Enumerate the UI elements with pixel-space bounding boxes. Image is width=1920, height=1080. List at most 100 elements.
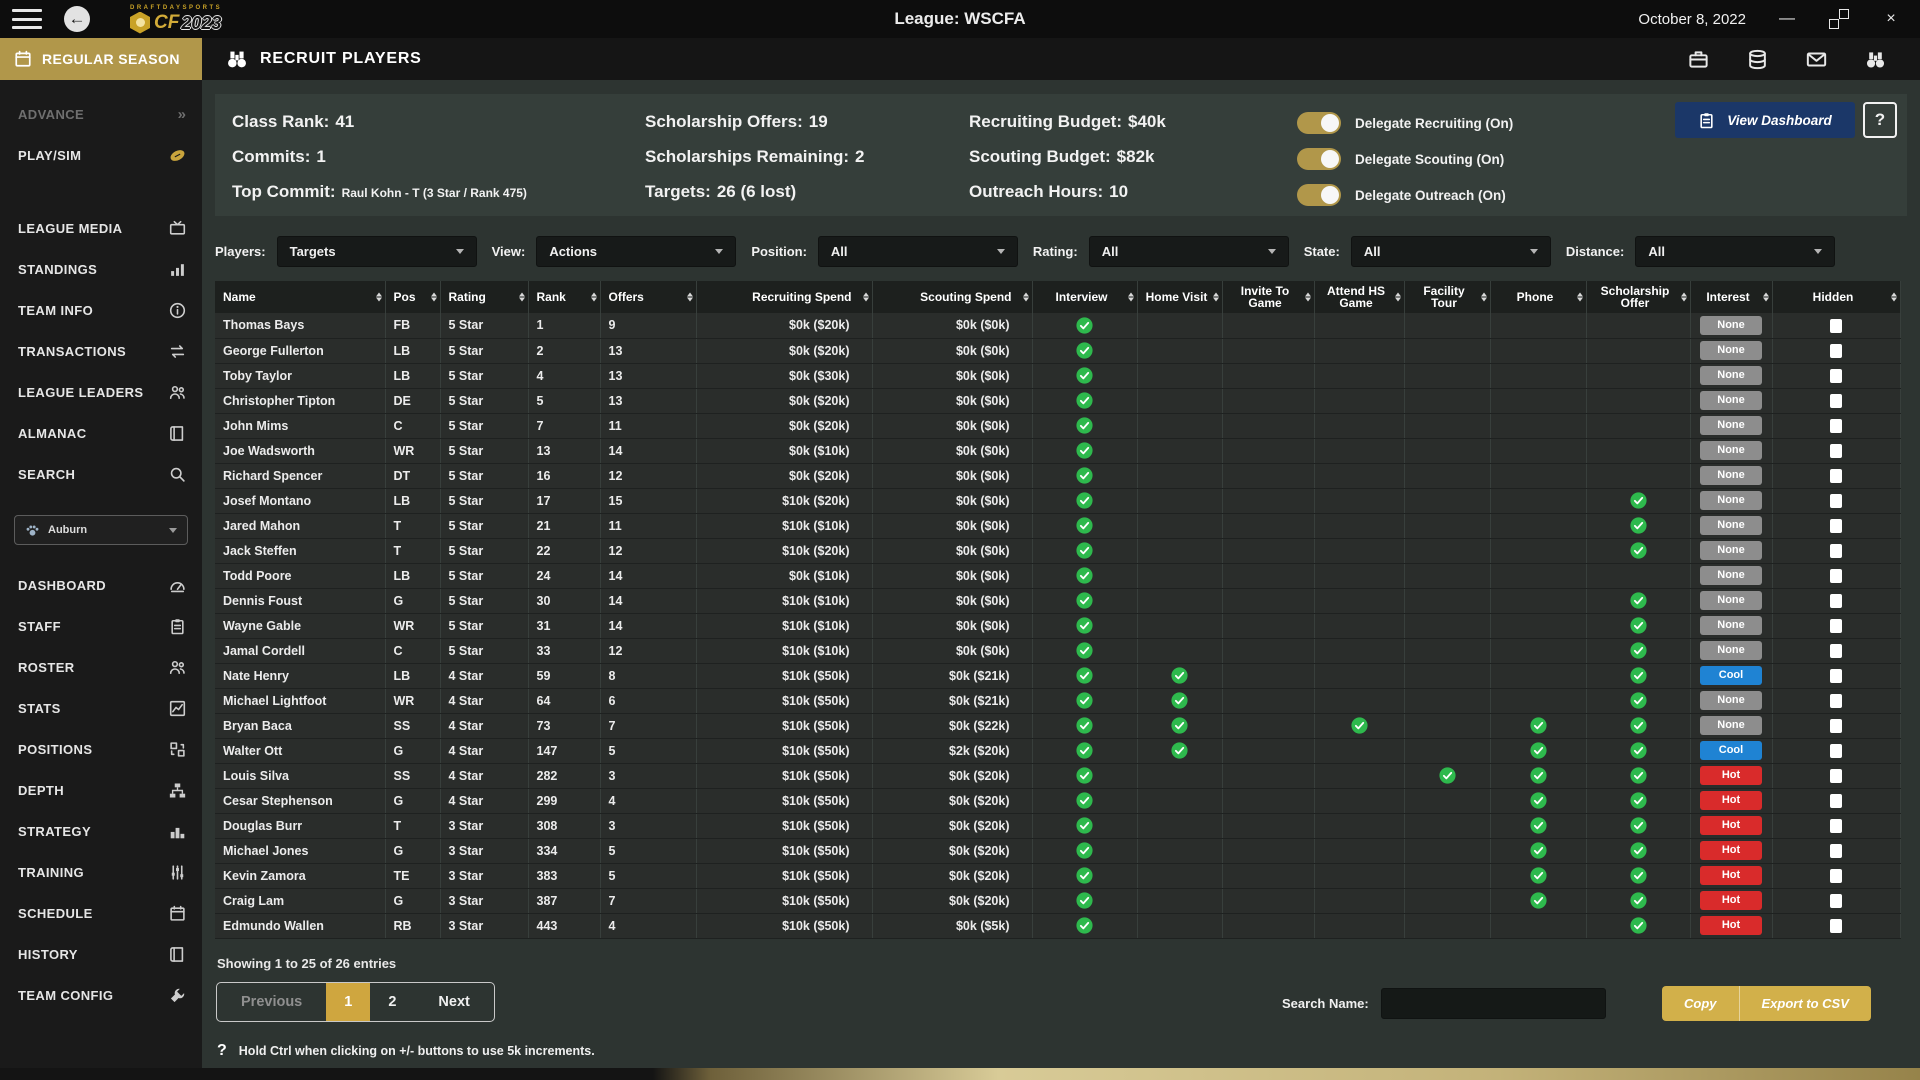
interview-cell[interactable] xyxy=(1032,613,1137,638)
facility-tour-cell[interactable] xyxy=(1404,588,1490,613)
attend-hs-game-cell[interactable] xyxy=(1314,513,1404,538)
invite-to-game-cell[interactable] xyxy=(1222,563,1314,588)
phone-cell[interactable] xyxy=(1490,438,1586,463)
table-row[interactable]: Walter OttG4 Star1475$10k ($50k)$2k ($20… xyxy=(215,738,1900,763)
scholarship-offer-cell[interactable] xyxy=(1586,788,1690,813)
facility-tour-cell[interactable] xyxy=(1404,838,1490,863)
invite-to-game-cell[interactable] xyxy=(1222,613,1314,638)
phone-cell[interactable] xyxy=(1490,663,1586,688)
interest-badge[interactable]: Hot xyxy=(1700,891,1762,910)
home-visit-cell[interactable] xyxy=(1137,538,1222,563)
interview-cell[interactable] xyxy=(1032,388,1137,413)
attend-hs-game-cell[interactable] xyxy=(1314,863,1404,888)
sidebar-item-search[interactable]: SEARCH xyxy=(0,454,202,495)
hidden-checkbox[interactable] xyxy=(1830,669,1842,683)
interest-badge[interactable]: Hot xyxy=(1700,816,1762,835)
facility-tour-cell[interactable] xyxy=(1404,713,1490,738)
table-row[interactable]: Michael JonesG3 Star3345$10k ($50k)$0k (… xyxy=(215,838,1900,863)
interview-cell[interactable] xyxy=(1032,863,1137,888)
interest-badge[interactable]: None xyxy=(1700,316,1762,335)
interest-badge[interactable]: Cool xyxy=(1700,666,1762,685)
phone-cell[interactable] xyxy=(1490,738,1586,763)
scholarship-offer-cell[interactable] xyxy=(1586,863,1690,888)
column-header-facility-tour[interactable]: Facility Tour xyxy=(1404,281,1490,313)
hidden-checkbox[interactable] xyxy=(1830,494,1842,508)
interview-cell[interactable] xyxy=(1032,313,1137,338)
attend-hs-game-cell[interactable] xyxy=(1314,838,1404,863)
home-visit-cell[interactable] xyxy=(1137,713,1222,738)
sidebar-item-roster[interactable]: ROSTER xyxy=(0,647,202,688)
sidebar-item-staff[interactable]: STAFF xyxy=(0,606,202,647)
attend-hs-game-cell[interactable] xyxy=(1314,538,1404,563)
home-visit-cell[interactable] xyxy=(1137,463,1222,488)
hidden-checkbox[interactable] xyxy=(1830,544,1842,558)
scholarship-offer-cell[interactable] xyxy=(1586,363,1690,388)
sidebar-item-play-sim[interactable]: PLAY/SIM xyxy=(0,135,202,176)
hidden-checkbox[interactable] xyxy=(1830,919,1842,933)
interest-badge[interactable]: None xyxy=(1700,341,1762,360)
interview-cell[interactable] xyxy=(1032,338,1137,363)
column-header-rank[interactable]: Rank xyxy=(528,281,600,313)
table-row[interactable]: Edmundo WallenRB3 Star4434$10k ($50k)$0k… xyxy=(215,913,1900,938)
database-icon[interactable] xyxy=(1747,49,1768,70)
facility-tour-cell[interactable] xyxy=(1404,738,1490,763)
interview-cell[interactable] xyxy=(1032,363,1137,388)
interview-cell[interactable] xyxy=(1032,513,1137,538)
team-selector[interactable]: Auburn xyxy=(14,515,188,545)
attend-hs-game-cell[interactable] xyxy=(1314,638,1404,663)
interview-cell[interactable] xyxy=(1032,438,1137,463)
hidden-checkbox[interactable] xyxy=(1830,344,1842,358)
briefcase-icon[interactable] xyxy=(1688,49,1709,70)
table-row[interactable]: Todd PooreLB5 Star2414$0k ($10k)$0k ($0k… xyxy=(215,563,1900,588)
interest-badge[interactable]: None xyxy=(1700,466,1762,485)
column-header-home-visit[interactable]: Home Visit xyxy=(1137,281,1222,313)
table-row[interactable]: Thomas BaysFB5 Star19$0k ($20k)$0k ($0k)… xyxy=(215,313,1900,338)
interview-cell[interactable] xyxy=(1032,538,1137,563)
sidebar-item-strategy[interactable]: STRATEGY xyxy=(0,811,202,852)
menu-icon[interactable] xyxy=(12,9,42,29)
hidden-checkbox[interactable] xyxy=(1830,769,1842,783)
facility-tour-cell[interactable] xyxy=(1404,788,1490,813)
home-visit-cell[interactable] xyxy=(1137,438,1222,463)
facility-tour-cell[interactable] xyxy=(1404,538,1490,563)
facility-tour-cell[interactable] xyxy=(1404,338,1490,363)
hidden-checkbox[interactable] xyxy=(1830,569,1842,583)
facility-tour-cell[interactable] xyxy=(1404,513,1490,538)
facility-tour-cell[interactable] xyxy=(1404,388,1490,413)
attend-hs-game-cell[interactable] xyxy=(1314,463,1404,488)
interview-cell[interactable] xyxy=(1032,463,1137,488)
hidden-checkbox[interactable] xyxy=(1830,694,1842,708)
scholarship-offer-cell[interactable] xyxy=(1586,338,1690,363)
invite-to-game-cell[interactable] xyxy=(1222,838,1314,863)
scholarship-offer-cell[interactable] xyxy=(1586,688,1690,713)
home-visit-cell[interactable] xyxy=(1137,813,1222,838)
scholarship-offer-cell[interactable] xyxy=(1586,663,1690,688)
hidden-checkbox[interactable] xyxy=(1830,744,1842,758)
sidebar-item-standings[interactable]: STANDINGS xyxy=(0,249,202,290)
delegate-toggle-delegate-outreach-on[interactable] xyxy=(1297,184,1341,206)
home-visit-cell[interactable] xyxy=(1137,313,1222,338)
home-visit-cell[interactable] xyxy=(1137,838,1222,863)
interest-badge[interactable]: Hot xyxy=(1700,866,1762,885)
interview-cell[interactable] xyxy=(1032,788,1137,813)
scholarship-offer-cell[interactable] xyxy=(1586,888,1690,913)
mail-icon[interactable] xyxy=(1806,49,1827,70)
invite-to-game-cell[interactable] xyxy=(1222,513,1314,538)
hidden-checkbox[interactable] xyxy=(1830,419,1842,433)
phone-cell[interactable] xyxy=(1490,763,1586,788)
interest-badge[interactable]: Hot xyxy=(1700,916,1762,935)
interview-cell[interactable] xyxy=(1032,563,1137,588)
phone-cell[interactable] xyxy=(1490,363,1586,388)
column-header-scouting-spend[interactable]: Scouting Spend xyxy=(872,281,1032,313)
scholarship-offer-cell[interactable] xyxy=(1586,413,1690,438)
table-row[interactable]: Christopher TiptonDE5 Star513$0k ($20k)$… xyxy=(215,388,1900,413)
scholarship-offer-cell[interactable] xyxy=(1586,638,1690,663)
facility-tour-cell[interactable] xyxy=(1404,813,1490,838)
hidden-checkbox[interactable] xyxy=(1830,619,1842,633)
invite-to-game-cell[interactable] xyxy=(1222,763,1314,788)
interview-cell[interactable] xyxy=(1032,738,1137,763)
facility-tour-cell[interactable] xyxy=(1404,438,1490,463)
facility-tour-cell[interactable] xyxy=(1404,763,1490,788)
page-button-1[interactable]: 1 xyxy=(326,983,370,1021)
phone-cell[interactable] xyxy=(1490,513,1586,538)
